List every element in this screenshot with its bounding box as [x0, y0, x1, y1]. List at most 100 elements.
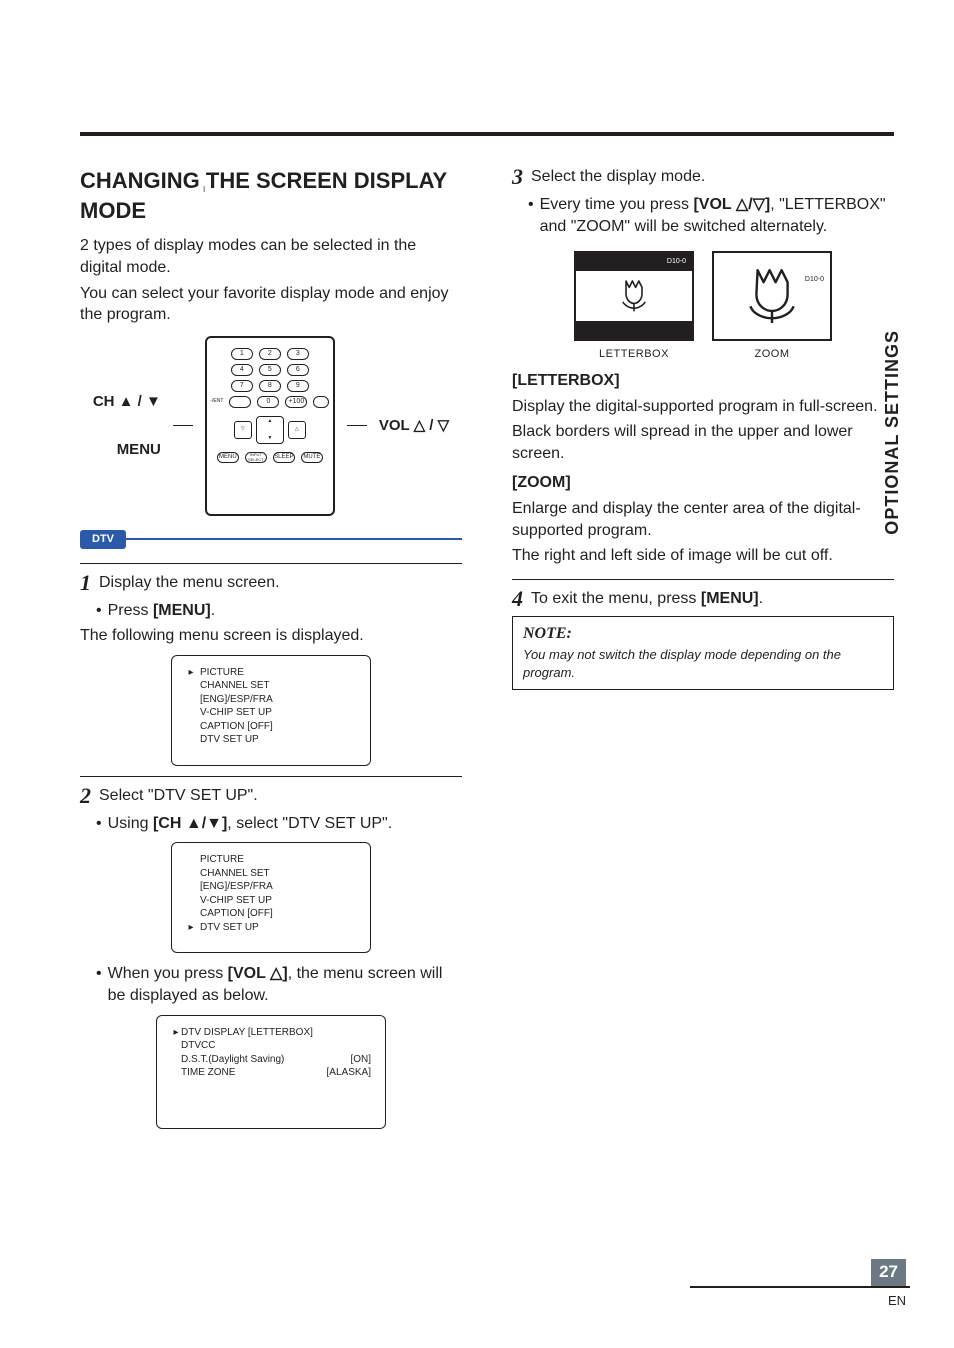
side-tab-label: OPTIONAL SETTINGS	[880, 330, 904, 535]
remote-vol-down: ▽	[234, 421, 252, 439]
top-rule	[80, 132, 894, 136]
mode-letterbox-p1: Display the digital-supported program in…	[512, 396, 894, 418]
remote-key-8: 8	[259, 380, 281, 392]
remote-sleep-btn: SLEEP	[273, 452, 295, 463]
step-1-sub: The following menu screen is displayed.	[80, 625, 462, 647]
menu2-item-0: PICTURE	[200, 853, 244, 867]
step-2-title: Select "DTV SET UP".	[99, 785, 462, 807]
menu1-item-2: [ENG]/ESP/FRA	[200, 693, 273, 707]
fig-zoom: D10-0 ZOOM	[712, 251, 832, 362]
menu3-k-0: DTV DISPLAY	[181, 1027, 245, 1038]
remote-illustration: CH ▲ / ▼ MENU 123 456 789 -/ENT 0 +100	[80, 336, 462, 516]
step-2-bullet-suffix: , select "DTV SET UP".	[227, 815, 392, 832]
remote-key-6: 6	[287, 364, 309, 376]
footer-lang: EN	[888, 1293, 906, 1308]
menu-screen-2: PICTURE CHANNEL SET [ENG]/ESP/FRA V-CHIP…	[171, 842, 371, 953]
remote-key-2: 2	[259, 348, 281, 360]
remote-key-1: 1	[231, 348, 253, 360]
step-divider-3	[512, 579, 894, 580]
callout-ch: CH ▲ / ▼	[93, 392, 161, 412]
menu1-item-1: CHANNEL SET	[200, 679, 270, 693]
mode-letterbox-p2: Black borders will spread in the upper a…	[512, 421, 894, 464]
step-divider-1	[80, 563, 462, 564]
step-3-bullet-bold: [VOL △/▽]	[693, 196, 770, 213]
menu3-v-1	[361, 1039, 371, 1053]
page-footer: 27 EN	[690, 1259, 906, 1312]
step-4-bold: [MENU]	[701, 590, 759, 607]
page-number: 27	[871, 1259, 906, 1287]
menu2-ptr-5: ▸	[186, 921, 196, 935]
step-4-prefix: To exit the menu, press	[531, 590, 701, 607]
remote-vol-up: △	[288, 421, 306, 439]
step-2: 2 Select "DTV SET UP".	[80, 785, 462, 807]
menu-screen-3: ▸DTV DISPLAY [LETTERBOX] DTVCC D.S.T.(Da…	[156, 1015, 386, 1129]
menu2-item-5: DTV SET UP	[200, 921, 259, 935]
bullet-icon	[96, 813, 102, 835]
menu-screen-1: ▸PICTURE CHANNEL SET [ENG]/ESP/FRA V-CHI…	[171, 655, 371, 766]
dtv-tag-row: DTV	[80, 530, 462, 549]
fig-letterbox-box: D10-0	[574, 251, 694, 341]
callout-menu: MENU	[117, 440, 161, 460]
mode-zoom-p1: Enlarge and display the center area of t…	[512, 498, 894, 541]
remote-outline: 123 456 789 -/ENT 0 +100 ▽ ▲ ▼	[205, 336, 335, 516]
step-1-bullet-prefix: Press	[108, 602, 153, 619]
menu3-v-0: [LETTERBOX]	[248, 1027, 313, 1038]
step-3-title: Select the display mode.	[531, 166, 894, 188]
step-3-bullet: Every time you press [VOL △/▽], "LETTERB…	[528, 194, 894, 237]
remote-key-9: 9	[287, 380, 309, 392]
mode-zoom-p2: The right and left side of image will be…	[512, 545, 894, 567]
remote-key-5: 5	[259, 364, 281, 376]
fig-letterbox: D10-0 LETTERBOX	[574, 251, 694, 362]
left-column: CHANGING THE SCREEN DISPLAY MODE 2 types…	[80, 160, 462, 1139]
fig-letterbox-dlabel: D10-0	[667, 257, 686, 266]
step-2-bullet-prefix: Using	[108, 815, 153, 832]
menu3-v-2: [ON]	[340, 1053, 371, 1067]
step-2-press-prefix: When you press	[108, 965, 228, 982]
right-column: 3 Select the display mode. Every time yo…	[512, 160, 894, 1139]
step-4: 4 To exit the menu, press [MENU].	[512, 588, 894, 610]
step-2-press: When you press [VOL △], the menu screen …	[96, 963, 462, 1006]
mode-zoom-head: [ZOOM]	[512, 472, 894, 494]
step-divider-2	[80, 776, 462, 777]
remote-key-ent	[229, 396, 251, 408]
menu2-item-4: CAPTION [OFF]	[200, 907, 273, 921]
dtv-tag: DTV	[80, 530, 126, 549]
tulip-icon	[610, 273, 658, 320]
step-1-bullet: Press [MENU].	[96, 600, 462, 622]
fig-zoom-dlabel: D10-0	[805, 275, 824, 284]
mode-letterbox-head: [LETTERBOX]	[512, 370, 894, 392]
step-3: 3 Select the display mode.	[512, 166, 894, 188]
step-2-num: 2	[80, 785, 91, 807]
menu2-item-3: V-CHIP SET UP	[200, 894, 272, 908]
bullet-icon	[528, 194, 534, 216]
fig-zoom-box: D10-0	[712, 251, 832, 341]
menu3-k-2: D.S.T.(Daylight Saving)	[181, 1054, 284, 1065]
bullet-icon	[96, 963, 102, 985]
menu1-ptr-0: ▸	[186, 666, 196, 680]
remote-key-7: 7	[231, 380, 253, 392]
step-1-num: 1	[80, 572, 91, 594]
menu2-item-2: [ENG]/ESP/FRA	[200, 880, 273, 894]
section-title: CHANGING THE SCREEN DISPLAY MODE	[80, 164, 462, 227]
display-mode-figures: D10-0 LETTERBOX D10-0	[512, 251, 894, 362]
remote-dpad: ▲ ▼	[256, 416, 284, 444]
bullet-icon	[96, 600, 102, 622]
menu3-ptr-0: ▸	[171, 1026, 181, 1040]
menu1-item-3: V-CHIP SET UP	[200, 706, 272, 720]
note-body: You may not switch the display mode depe…	[523, 646, 883, 681]
step-3-num: 3	[512, 166, 523, 188]
tulip-icon	[736, 263, 808, 330]
menu1-item-4: CAPTION [OFF]	[200, 720, 273, 734]
remote-label-ent: -/ENT	[210, 398, 223, 405]
step-2-bullet: Using [CH ▲/▼], select "DTV SET UP".	[96, 813, 462, 835]
menu2-item-1: CHANNEL SET	[200, 867, 270, 881]
step-1-bullet-bold: [MENU]	[153, 602, 211, 619]
callout-vol: VOL △ / ▽	[379, 416, 449, 436]
fig-zoom-caption: ZOOM	[712, 347, 832, 362]
intro-para-1: 2 types of display modes can be selected…	[80, 235, 462, 278]
note-title: NOTE:	[523, 623, 883, 645]
intro-para-2: You can select your favorite display mod…	[80, 283, 462, 326]
menu3-v-3: [ALASKA]	[317, 1066, 371, 1080]
remote-key-4: 4	[231, 364, 253, 376]
menu3-k-1: DTVCC	[181, 1040, 215, 1051]
